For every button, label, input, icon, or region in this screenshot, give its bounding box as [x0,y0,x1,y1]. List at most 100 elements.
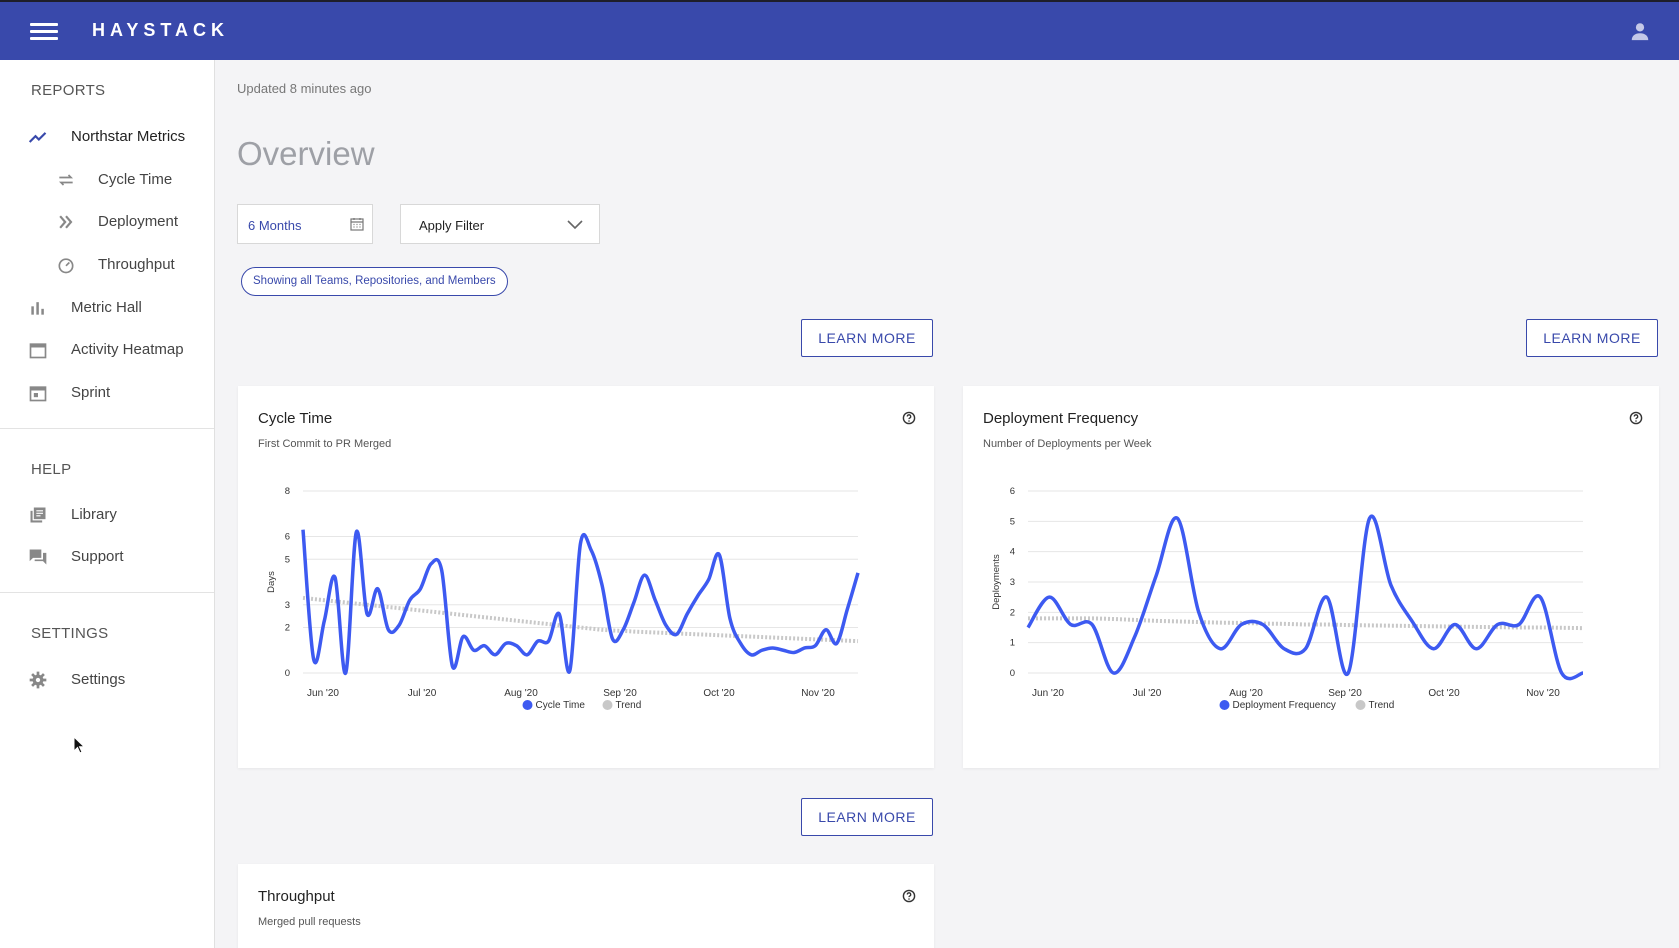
y-axis-label: Deployments [991,554,1002,610]
learn-more-button[interactable]: LEARN MORE [801,798,933,836]
main-content: Updated 8 minutes ago Overview 6 Months … [216,60,1679,948]
filter-label: Apply Filter [419,218,485,233]
legend-marker [522,700,533,710]
sidebar-item-northstar-metrics[interactable]: Northstar Metrics [0,118,214,156]
last-updated-text: Updated 8 minutes ago [237,81,372,96]
bar-chart-icon [31,302,44,315]
sidebar-item-sprint[interactable]: Sprint [0,374,214,412]
deployment-frequency-chart: 0 1 2 3 4 5 6 Deployments Jun '20 Jul '20 Aug '20 S… [991,486,1584,711]
chart-legend: Cycle Time Trend [522,700,642,711]
sidebar-divider [0,592,214,593]
help-icon[interactable] [902,889,916,903]
x-tick-label: Jun '20 [307,688,339,699]
card-subtitle: Merged pull requests [258,916,361,928]
sidebar-item-label: Support [71,548,124,565]
repeat-icon [58,174,74,186]
legend-label: Trend [616,700,642,711]
sidebar-item-label: Deployment [98,213,179,230]
date-range-value: 6 Months [248,218,302,233]
x-tick-label: Jun '20 [1032,688,1064,699]
x-tick-label: Oct '20 [1428,688,1460,699]
chat-bubbles-icon [29,549,47,565]
deployment-frequency-card: Deployment Frequency Number of Deploymen… [963,386,1659,768]
y-tick-label: 3 [285,600,290,611]
sidebar-item-throughput[interactable]: Throughput [0,246,214,284]
y-tick-label: 6 [1010,486,1015,497]
y-tick-label: 2 [1010,607,1015,618]
settings-section-title: SETTINGS [31,625,109,642]
sidebar-item-cycle-time[interactable]: Cycle Time [0,161,214,199]
x-tick-label: Oct '20 [703,688,735,699]
learn-more-button[interactable]: LEARN MORE [801,319,933,357]
sidebar-item-label: Cycle Time [98,171,173,188]
calendar-icon [29,343,47,359]
x-tick-label: Nov '20 [1526,688,1560,699]
y-axis-label: Days [266,571,277,593]
chevron-down-icon [567,220,583,230]
date-range-picker[interactable]: 6 Months [237,204,373,244]
legend-label: Deployment Frequency [1233,700,1336,711]
y-tick-label: 5 [1010,516,1015,527]
calendar-event-icon [29,386,47,402]
speedometer-icon [58,258,74,274]
calendar-icon [350,218,364,231]
reports-section-title: REPORTS [31,82,106,99]
sidebar-item-label: Northstar Metrics [71,128,186,145]
hamburger-menu-icon[interactable] [30,20,58,44]
throughput-card: Throughput Merged pull requests [238,864,934,948]
sidebar-item-label: Settings [71,671,126,688]
user-account-icon[interactable] [1629,20,1651,42]
learn-more-button[interactable]: LEARN MORE [1526,319,1658,357]
cycle-time-card: Cycle Time First Commit to PR Merged 023… [238,386,934,768]
sidebar-item-activity-heatmap[interactable]: Activity Heatmap [0,331,214,369]
trending-up-icon [28,132,47,143]
y-tick-label: 0 [285,668,290,679]
y-tick-label: 4 [1010,547,1015,558]
help-section-title: HELP [31,461,72,478]
y-tick-label: 0 [1010,668,1015,679]
y-tick-label: 8 [285,486,290,497]
x-tick-label: Aug '20 [504,688,538,699]
sidebar-item-label: Metric Hall [71,299,142,316]
cycle-time-chart: 0 2 3 5 6 8 Days Jun '20 Jul '20 Aug '20 Sep '20 Oc… [266,486,860,711]
sidebar-item-deployment[interactable]: Deployment [0,203,214,241]
sidebar-item-library[interactable]: Library [0,496,214,534]
top-app-bar: HAYSTACK [0,0,1679,60]
x-tick-label: Sep '20 [1328,688,1362,699]
x-tick-label: Aug '20 [1229,688,1263,699]
sidebar-item-label: Throughput [98,256,175,273]
legend-label: Cycle Time [536,700,586,711]
apply-filter-dropdown[interactable]: Apply Filter [400,204,600,244]
sidebar-item-label: Sprint [71,384,111,401]
main-series-line [301,529,860,675]
y-tick-label: 6 [285,532,290,543]
y-tick-label: 5 [285,554,290,565]
sidebar-item-label: Activity Heatmap [71,341,184,358]
legend-marker [602,700,613,710]
scope-filter-chip[interactable]: Showing all Teams, Repositories, and Mem… [241,267,508,296]
legend-label: Trend [1369,700,1395,711]
y-tick-label: 3 [1010,577,1015,588]
x-tick-label: Nov '20 [801,688,835,699]
sidebar-item-metric-hall[interactable]: Metric Hall [0,289,214,327]
x-tick-label: Jul '20 [408,688,437,699]
legend-marker [1219,700,1230,710]
sidebar-divider [0,428,214,429]
brand-logo: HAYSTACK [92,20,230,40]
y-tick-label: 1 [1010,638,1015,649]
y-tick-label: 2 [285,623,290,634]
chart-legend: Deployment Frequency Trend [1219,700,1395,711]
x-tick-label: Jul '20 [1133,688,1162,699]
page-title: Overview [237,135,375,172]
sidebar: REPORTS Northstar Metrics Cycle Time Dep… [0,60,215,948]
sidebar-item-support[interactable]: Support [0,538,214,576]
sidebar-item-settings[interactable]: Settings [0,661,214,699]
legend-marker [1355,700,1366,710]
main-series-line [1026,514,1584,681]
x-tick-label: Sep '20 [603,688,637,699]
gear-icon [29,671,47,689]
double-chevron-right-icon [59,215,73,229]
library-books-icon [30,507,46,523]
mouse-cursor-icon [73,736,85,754]
sidebar-item-label: Library [71,506,117,523]
